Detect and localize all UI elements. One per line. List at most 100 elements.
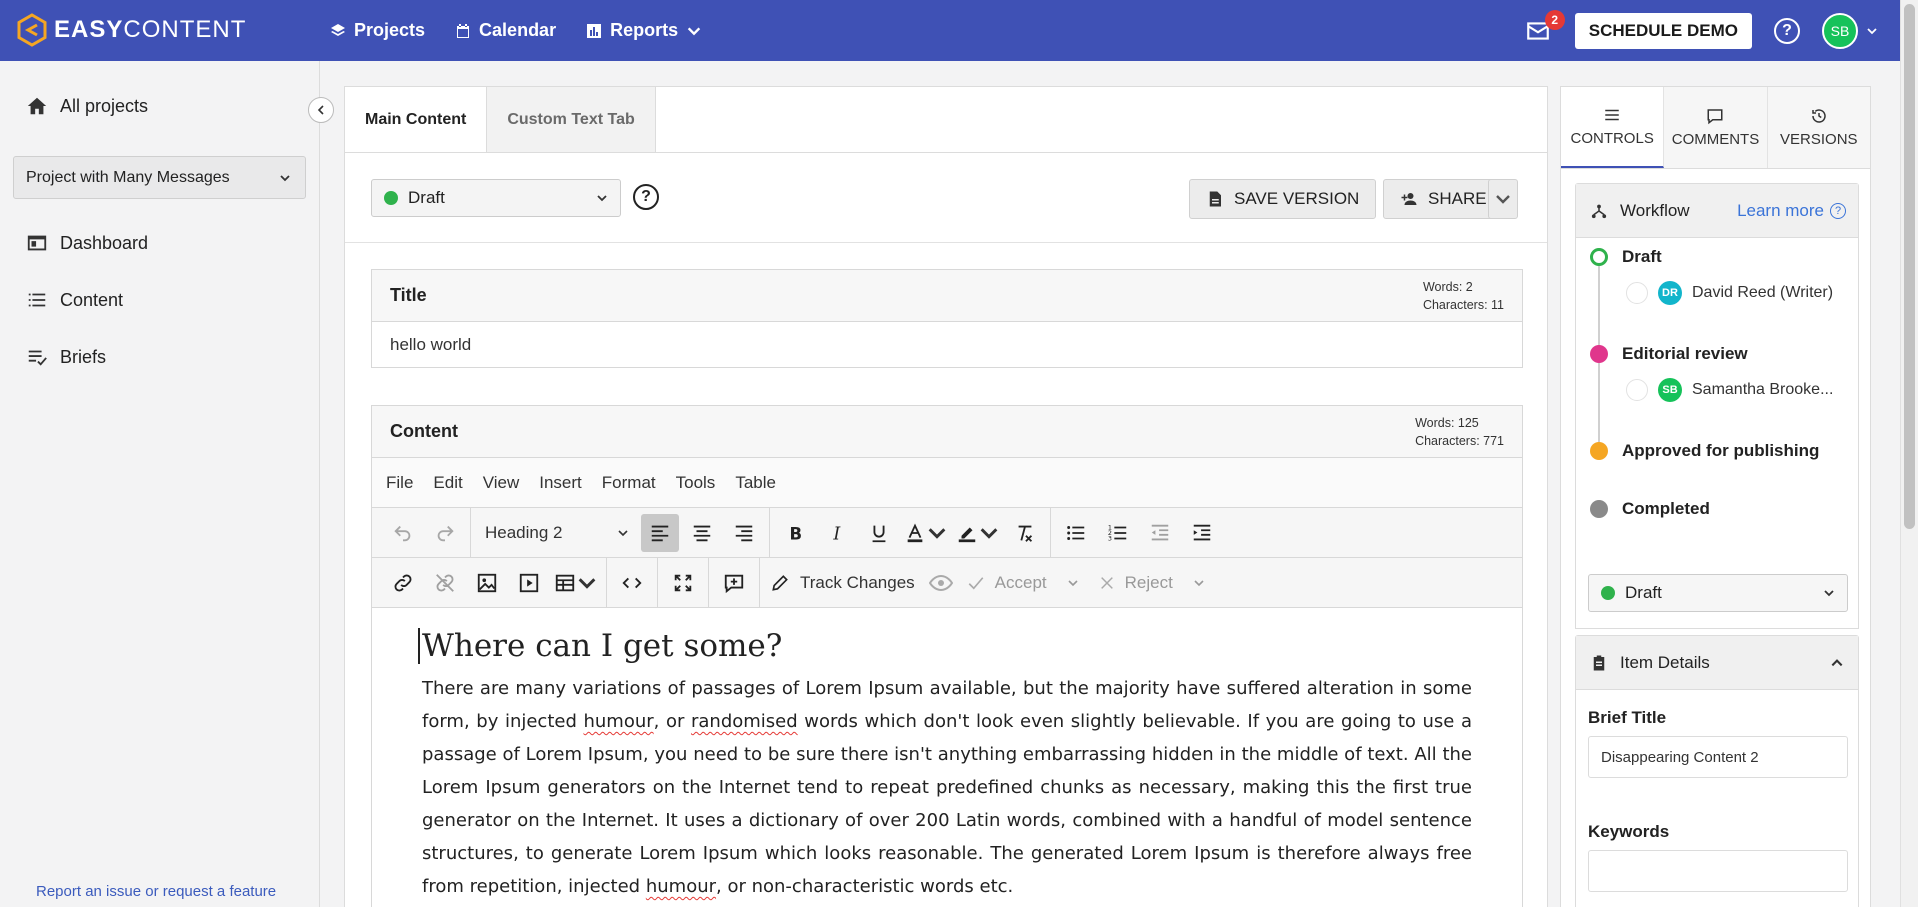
tab-controls[interactable]: CONTROLS	[1561, 87, 1665, 168]
assignee-name: Samantha Brooke...	[1692, 381, 1834, 398]
chevron-down-icon	[980, 527, 998, 539]
status-help-icon[interactable]: ?	[633, 184, 659, 210]
bullet-list-button[interactable]	[1057, 514, 1095, 552]
menu-table[interactable]: Table	[735, 473, 776, 493]
history-icon	[1812, 109, 1826, 123]
tab-comments[interactable]: COMMENTS	[1664, 87, 1768, 168]
clear-format-button[interactable]	[1006, 514, 1044, 552]
workflow-icon	[1591, 204, 1607, 218]
workflow-status-select[interactable]: Draft	[1588, 574, 1848, 612]
bullet-list-icon	[1067, 525, 1085, 540]
menu-edit[interactable]: Edit	[433, 473, 462, 493]
tab-versions[interactable]: VERSIONS	[1767, 87, 1870, 168]
italic-button[interactable]: I	[818, 514, 856, 552]
text-color-button[interactable]	[902, 514, 950, 552]
brief-title-label: Brief Title	[1588, 708, 1667, 727]
keywords-input[interactable]	[1588, 850, 1848, 892]
nav-projects[interactable]: Projects	[330, 20, 425, 41]
save-version-button[interactable]: SAVE VERSION	[1189, 179, 1377, 219]
track-changes-button[interactable]: Track Changes	[760, 573, 925, 593]
collapse-sidebar-button[interactable]	[308, 97, 334, 123]
sidebar-item-dashboard[interactable]: Dashboard	[26, 232, 148, 254]
menu-format[interactable]: Format	[602, 473, 656, 493]
chevron-down-icon	[1496, 195, 1510, 204]
fullscreen-button[interactable]	[664, 564, 702, 602]
sidebar-item-content[interactable]: Content	[26, 289, 123, 311]
align-right-button[interactable]	[725, 514, 763, 552]
project-select-value: Project with Many Messages	[26, 168, 230, 186]
learn-more-label: Learn more	[1737, 200, 1824, 220]
right-panel-tabs: CONTROLS COMMENTS VERSIONS	[1561, 87, 1870, 169]
notifications-button[interactable]: 2	[1523, 9, 1565, 46]
project-select[interactable]: Project with Many Messages	[13, 156, 306, 199]
numbered-list-button[interactable]: 123	[1099, 514, 1137, 552]
share-options-button[interactable]	[1488, 179, 1518, 219]
bold-button[interactable]: B	[776, 514, 814, 552]
title-input[interactable]: hello world	[372, 322, 1522, 367]
sidebar-item-label: Content	[60, 289, 124, 310]
misspelled-word[interactable]: humour	[646, 876, 716, 897]
accept-label: Accept	[994, 572, 1047, 592]
misspelled-word[interactable]: humour	[583, 711, 653, 732]
chevron-down-icon	[597, 195, 607, 202]
workflow-assignee[interactable]: SB Samantha Brooke...	[1626, 378, 1833, 402]
workflow-step-draft[interactable]: Draft	[1590, 247, 1662, 267]
learn-more-link[interactable]: Learn more ?	[1737, 201, 1846, 221]
insert-link-button[interactable]	[384, 564, 422, 602]
redo-button[interactable]	[426, 514, 464, 552]
workflow-step-editorial-review[interactable]: Editorial review	[1590, 344, 1748, 364]
misspelled-word[interactable]: randomised	[691, 711, 798, 732]
nav-reports[interactable]: Reports	[586, 20, 702, 41]
tab-custom-text[interactable]: Custom Text Tab	[487, 87, 656, 152]
editor-tabs: Main Content Custom Text Tab	[345, 87, 1547, 153]
share-button[interactable]: SHARE	[1383, 179, 1504, 219]
content-heading: Where can I get some?	[418, 628, 1472, 664]
source-code-button[interactable]	[613, 564, 651, 602]
add-comment-button[interactable]	[715, 564, 753, 602]
editor-content-area[interactable]: Where can I get some? There are many var…	[372, 608, 1522, 903]
nav-calendar[interactable]: Calendar	[455, 20, 556, 41]
workflow-step-completed[interactable]: Completed	[1590, 499, 1710, 519]
outdent-button[interactable]	[1141, 514, 1179, 552]
align-left-button[interactable]	[641, 513, 679, 552]
underline-button[interactable]	[860, 514, 898, 552]
help-icon[interactable]: ?	[1774, 17, 1800, 44]
svg-text:I: I	[832, 524, 841, 544]
schedule-demo-button[interactable]: SCHEDULE DEMO	[1574, 12, 1752, 49]
checkmark-icon	[968, 576, 984, 589]
insert-image-button[interactable]	[468, 564, 506, 602]
sidebar-item-briefs[interactable]: Briefs	[26, 346, 106, 368]
tab-main-content[interactable]: Main Content	[345, 87, 488, 152]
brief-title-input[interactable]: Disappearing Content 2	[1588, 736, 1848, 778]
scrollbar-thumb[interactable]	[1904, 4, 1915, 529]
accept-change-button[interactable]: Accept	[957, 573, 1089, 593]
align-center-button[interactable]	[683, 514, 721, 552]
clipboard-icon	[1593, 655, 1605, 670]
show-changes-button[interactable]	[925, 573, 957, 593]
menu-file[interactable]: File	[386, 473, 413, 493]
user-menu[interactable]: SB	[1822, 12, 1878, 49]
report-issue-link[interactable]: Report an issue or request a feature	[36, 883, 276, 900]
indent-button[interactable]	[1183, 514, 1221, 552]
highlight-color-button[interactable]	[954, 514, 1002, 552]
step-marker	[1590, 442, 1608, 460]
status-select[interactable]: Draft	[371, 179, 621, 217]
unlink-button[interactable]	[426, 564, 464, 602]
menu-view[interactable]: View	[483, 473, 520, 493]
undo-button[interactable]	[384, 514, 422, 552]
share-label: SHARE	[1428, 189, 1487, 208]
sidebar-all-projects[interactable]: All projects	[26, 95, 148, 117]
content-field: Content Words: 125 Characters: 771 File …	[371, 405, 1523, 907]
menu-tools[interactable]: Tools	[676, 473, 716, 493]
workflow-step-approved[interactable]: Approved for publishing	[1590, 441, 1819, 461]
insert-media-button[interactable]	[510, 564, 548, 602]
page-scrollbar[interactable]	[1900, 0, 1918, 907]
undo-icon	[394, 525, 411, 541]
menu-insert[interactable]: Insert	[539, 473, 582, 493]
brand-logo[interactable]: EASYCONTENT	[16, 13, 246, 47]
reject-change-button[interactable]: Reject	[1089, 573, 1215, 593]
insert-table-button[interactable]	[552, 564, 600, 602]
block-format-select[interactable]: Heading 2	[477, 514, 637, 552]
workflow-assignee[interactable]: DR David Reed (Writer)	[1626, 281, 1833, 305]
item-details-header[interactable]: Item Details	[1576, 636, 1858, 690]
